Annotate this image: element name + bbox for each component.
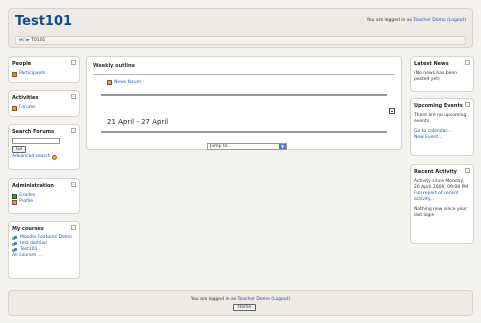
breadcrumb-course: T0101 <box>31 38 46 43</box>
collapse-icon[interactable]: – <box>71 94 76 99</box>
breadcrumb-home[interactable]: ᴍᴄ <box>19 38 25 43</box>
upcoming-events-block: Upcoming Events – There are no upcoming … <box>410 98 474 156</box>
logout-link[interactable]: (Logout) <box>447 18 466 23</box>
search-input[interactable] <box>12 138 60 144</box>
block-title: Administration <box>12 183 54 189</box>
latest-news-text: (No news has been posted yet) <box>414 71 458 82</box>
page-footer: You are logged in as Teacher Demo (Logou… <box>8 290 473 316</box>
collapse-icon[interactable]: – <box>71 182 76 187</box>
block-title: Upcoming Events <box>414 103 463 109</box>
block-title: People <box>12 61 32 67</box>
latest-news-block: Latest News – (No news has been posted y… <box>410 56 474 92</box>
breadcrumb: ᴍᴄ ► T0101 <box>15 36 466 45</box>
course-icon <box>12 236 18 241</box>
upcoming-events-text: There are no upcoming events <box>414 113 467 124</box>
participants-icon <box>12 71 17 77</box>
show-one-week-icon[interactable] <box>389 108 395 114</box>
course-icon <box>12 247 18 253</box>
advanced-search-link[interactable]: Advanced search <box>12 154 51 160</box>
page-header: Test101 You are logged in as Teacher Dem… <box>8 8 473 48</box>
profile-icon <box>12 199 17 205</box>
week-title: 21 April - 27 April <box>107 118 169 126</box>
user-link[interactable]: Teacher Demo <box>238 297 270 302</box>
logout-link[interactable]: (Logout) <box>271 297 290 302</box>
all-courses-link[interactable]: All courses ... <box>12 253 42 259</box>
nothing-new-text: Nothing new since your last login <box>414 207 468 218</box>
collapse-icon[interactable]: – <box>71 60 76 65</box>
news-forum-link[interactable]: News forum <box>114 80 141 85</box>
forum-icon <box>107 80 112 85</box>
chevron-down-icon[interactable]: ▼ <box>279 144 286 149</box>
block-title: Latest News <box>414 61 449 67</box>
recent-activity-block: Recent Activity – Activity since Monday,… <box>410 164 474 244</box>
block-title: Activities <box>12 95 39 101</box>
people-block: People – Participants <box>8 56 80 83</box>
block-title: Search Forums <box>12 129 54 135</box>
forum-icon <box>12 105 17 111</box>
weekly-outline-heading: Weekly outline <box>93 63 135 69</box>
login-prefix: You are logged in as <box>366 18 414 23</box>
administration-block: Administration – Grades Profile <box>8 178 80 214</box>
grades-icon <box>12 193 17 199</box>
course-content: Weekly outline News forum 21 April - 27 … <box>86 56 402 150</box>
breadcrumb-separator-icon: ► <box>26 38 30 43</box>
collapse-icon[interactable]: – <box>465 60 470 65</box>
site-title[interactable]: Test101 <box>15 14 72 29</box>
search-forums-block: Search Forums – Go Advanced search <box>8 124 80 170</box>
participants-link[interactable]: Participants <box>19 71 45 77</box>
activity-since-text: Activity since Monday, 20 April 2009, 09… <box>414 179 469 190</box>
full-report-link[interactable]: Full report of recent activity... <box>414 191 470 203</box>
course-icon <box>12 241 18 247</box>
forums-link[interactable]: Forums <box>19 105 36 111</box>
footer-login-info: You are logged in as Teacher Demo (Logou… <box>9 297 472 302</box>
help-icon[interactable] <box>51 154 57 160</box>
activities-block: Activities – Forums <box>8 90 80 117</box>
collapse-icon[interactable]: – <box>71 225 76 230</box>
login-info: You are logged in as Teacher Demo (Logou… <box>367 18 466 23</box>
jump-to-select[interactable]: Jump to... ▼ <box>207 143 287 150</box>
jump-to-value: Jump to... <box>210 144 232 149</box>
collapse-icon[interactable]: – <box>71 128 76 133</box>
new-event-link[interactable]: New Event... <box>414 135 470 141</box>
collapse-icon[interactable]: – <box>465 168 470 173</box>
block-title: My courses <box>12 226 44 232</box>
my-courses-block: My courses – Moodle Features Demo test d… <box>8 221 80 279</box>
home-button[interactable]: Home <box>233 304 257 311</box>
profile-link[interactable]: Profile <box>19 199 33 205</box>
collapse-icon[interactable]: – <box>465 102 470 107</box>
go-button[interactable]: Go <box>12 146 27 153</box>
block-title: Recent Activity <box>414 169 457 175</box>
login-prefix: You are logged in as <box>190 297 238 302</box>
user-link[interactable]: Teacher Demo <box>413 18 445 23</box>
